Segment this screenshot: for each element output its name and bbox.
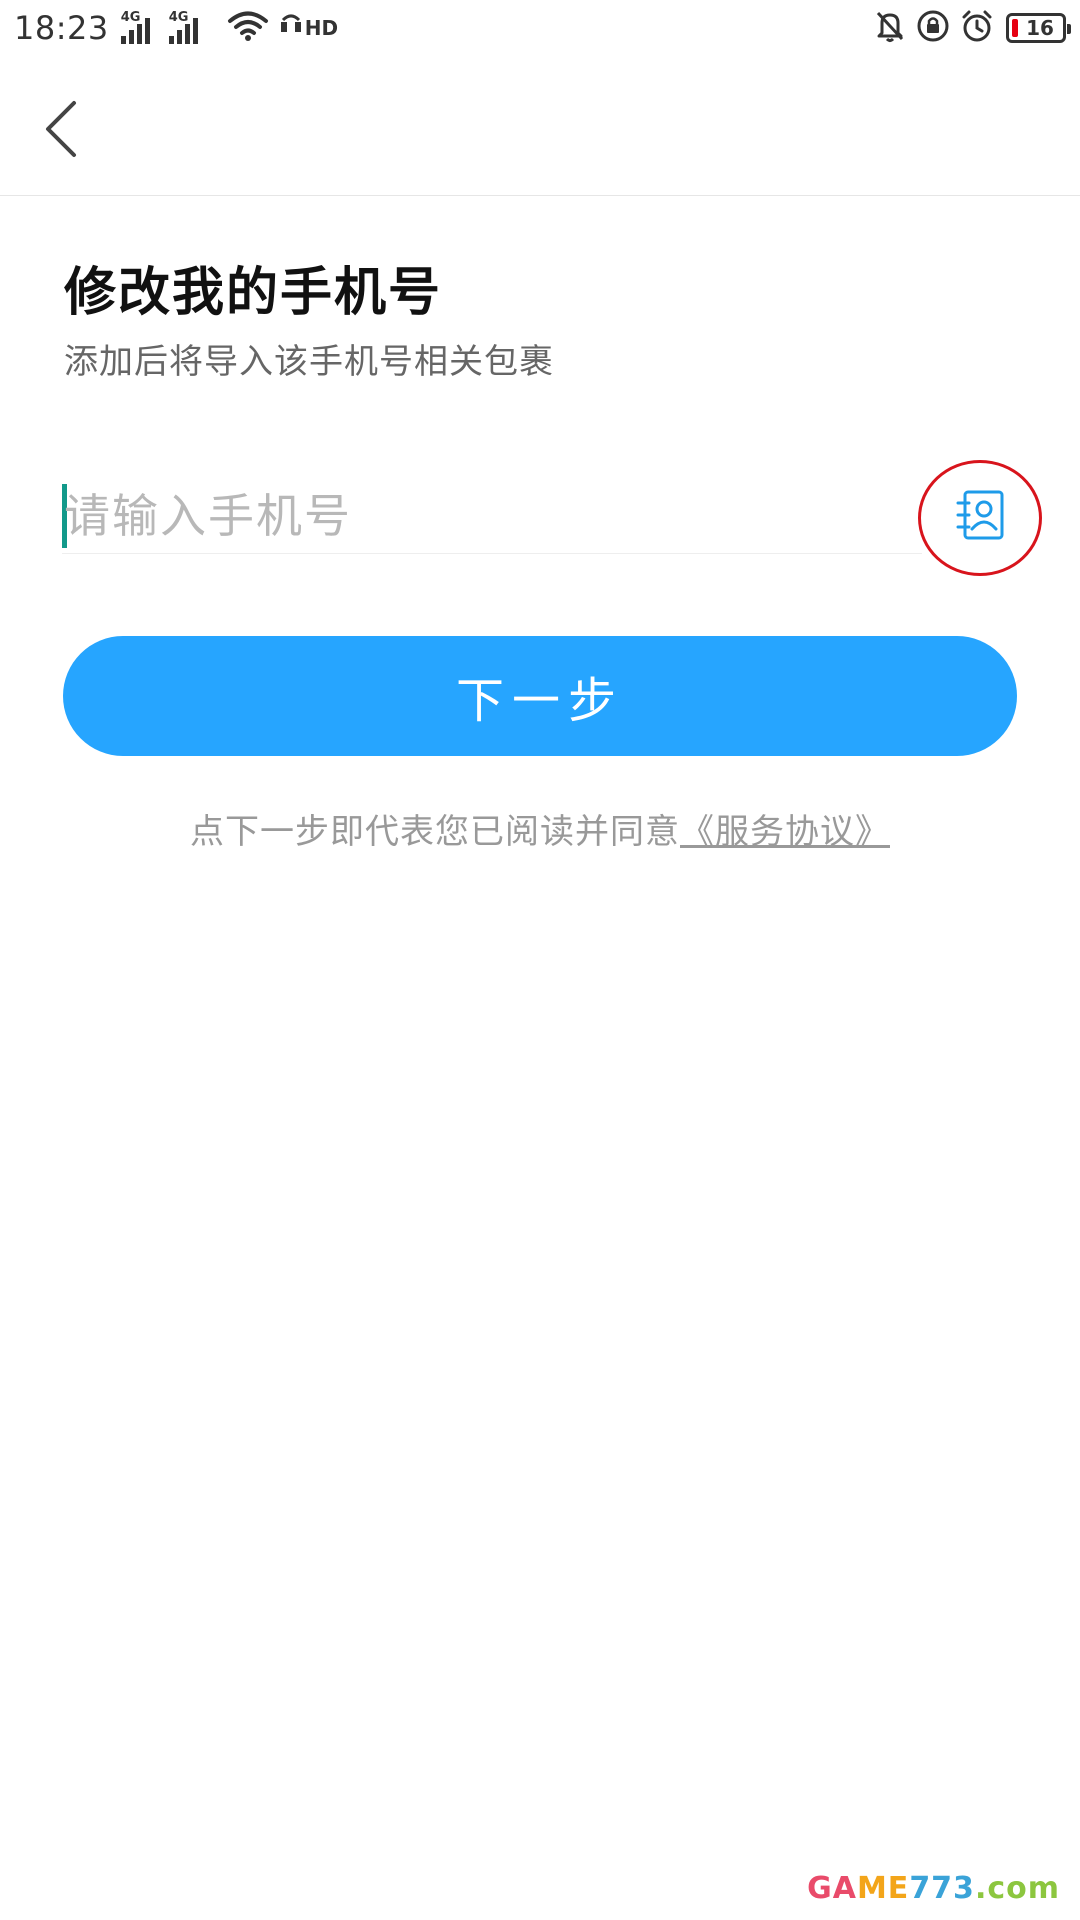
watermark-part: 773 [909,1871,975,1906]
mute-icon [874,9,906,47]
network-type-label: 4G [120,10,141,25]
agreement-text: 点下一步即代表您已阅读并同意《服务协议》 [0,804,1080,853]
hd-label: HD [304,16,339,40]
watermark-part: .com [974,1871,1060,1906]
watermark-part: GA [807,1871,857,1906]
watermark-part: ME [856,1871,910,1906]
page: 18:23 4G 4G HD 16 修改我的手机号 添加后将导入该手机号相关包裹… [0,0,1080,1920]
back-button[interactable] [30,94,90,164]
battery-icon: 16 [1006,13,1071,43]
signal-icon: 4G [120,10,161,44]
status-time: 18:23 [14,9,109,47]
phone-input[interactable] [64,478,914,554]
status-left: 18:23 4G 4G HD [14,9,338,47]
hd-call-icon: HD [279,12,338,44]
status-right: 16 [864,9,1071,47]
next-step-button[interactable]: 下一步 [63,636,1017,756]
page-subtitle: 添加后将导入该手机号相关包裹 [64,342,554,382]
contacts-icon [956,490,1004,540]
rotation-lock-icon [916,9,950,47]
wifi-icon [227,10,269,46]
page-title: 修改我的手机号 [64,263,443,323]
watermark-logo: GAME773.com [807,1871,1060,1906]
agreement-prefix: 点下一步即代表您已阅读并同意 [190,812,680,852]
battery-level: 16 [1026,16,1054,40]
alarm-icon [960,9,994,47]
contacts-button[interactable] [940,480,1020,550]
chevron-left-icon [46,101,76,157]
signal-icon: 4G [168,10,209,44]
service-agreement-link[interactable]: 《服务协议》 [680,812,890,852]
status-bar: 18:23 4G 4G HD 16 [0,0,1080,56]
phone-input-container [62,478,922,554]
network-type-label: 4G [168,10,189,25]
nav-bar [0,56,1080,196]
